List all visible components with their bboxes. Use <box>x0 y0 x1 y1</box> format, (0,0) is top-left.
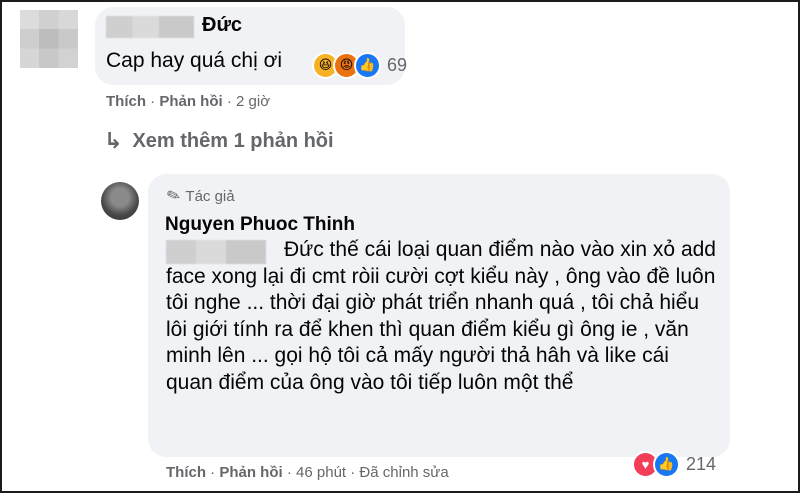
reply-link[interactable]: Phản hồi <box>159 93 222 110</box>
comment-actions: Thích · Phản hồi · 2 giờ <box>106 93 270 110</box>
reaction-count: 214 <box>686 453 717 474</box>
like-link[interactable]: Thích <box>166 464 206 481</box>
reply-arrow-icon: ↳ <box>104 128 123 153</box>
reply-time[interactable]: 46 phút <box>296 464 346 481</box>
reaction-count: 69 <box>387 54 408 75</box>
reply-text: Đức thế cái loại quan điểm nào vào xin x… <box>166 238 716 394</box>
blurred-name <box>106 16 194 38</box>
like-icon: 👍 <box>354 51 381 79</box>
like-link[interactable]: Thích <box>106 93 146 110</box>
reply-text-container: Đức thế cái loại quan điểm nào vào xin x… <box>166 237 721 397</box>
pencil-icon: ✎ <box>164 186 184 207</box>
separator: · <box>226 93 237 110</box>
like-icon: 👍 <box>653 450 680 478</box>
reply-author[interactable]: Nguyen Phuoc Thinh <box>165 214 355 236</box>
author-badge: ✎ Tác giả <box>164 186 235 207</box>
separator: · <box>210 464 220 481</box>
comment-reactions[interactable]: 😆 😡 👍 69 <box>312 51 408 79</box>
reply-link[interactable]: Phản hồi <box>219 464 282 481</box>
view-more-label: Xem thêm 1 phản hồi <box>132 129 334 152</box>
reply-actions: Thích · Phản hồi · 46 phút · Đã chỉnh sử… <box>166 464 449 481</box>
comment-author[interactable]: Đức <box>202 14 242 37</box>
author-badge-label: Tác giả <box>185 187 235 205</box>
separator: · <box>286 464 297 481</box>
view-more-replies[interactable]: ↳ Xem thêm 1 phản hồi <box>104 128 334 154</box>
edited-label: Đã chỉnh sửa <box>359 464 449 481</box>
reply-avatar[interactable] <box>101 182 139 220</box>
reply-reactions[interactable]: ♥ 👍 214 <box>632 450 717 478</box>
separator: · <box>150 93 160 110</box>
comment-time[interactable]: 2 giờ <box>236 93 270 110</box>
avatar[interactable] <box>20 10 78 68</box>
comment-text: Cap hay quá chị ơi <box>106 49 283 72</box>
